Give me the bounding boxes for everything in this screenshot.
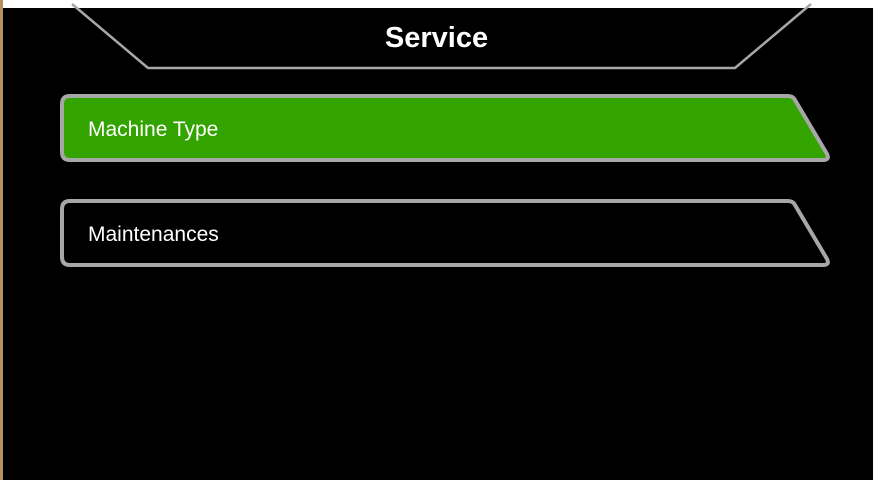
page-title: Service xyxy=(384,22,489,54)
maintenances-label: Maintenances xyxy=(88,223,219,246)
machine-type-button[interactable]: Machine Type xyxy=(60,94,832,166)
maintenances-button[interactable]: Maintenances xyxy=(60,199,832,271)
bottom-border xyxy=(0,480,873,490)
machine-type-label: Machine Type xyxy=(88,118,219,141)
service-screen: Service Machine Type Maintenances xyxy=(0,0,873,490)
